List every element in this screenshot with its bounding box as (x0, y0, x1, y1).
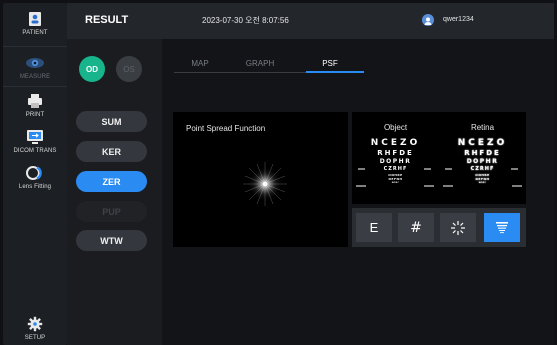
sidebar-item-print[interactable]: PRINT (3, 92, 67, 118)
sidebar-item-label: Lens Fitting (18, 184, 52, 190)
psf-panel: Point Spread Function (173, 112, 348, 247)
vision-simulation-panel: Object NCEZO RHFDE DOPHR CZRHF ONHRE DEF… (352, 112, 526, 204)
chart-view-button[interactable] (484, 213, 520, 242)
divider (3, 86, 67, 87)
spoke-pattern-icon (451, 220, 465, 235)
sidebar: PATIENT MEASURE PRINT DICOM TRANS Lens F… (3, 3, 67, 345)
wtw-button[interactable]: WTW (76, 230, 147, 251)
user-avatar-icon[interactable] (422, 14, 434, 26)
gear-icon (24, 315, 46, 333)
sidebar-item-setup[interactable]: SETUP (3, 315, 67, 341)
username: qwer1234 (443, 16, 474, 23)
sidebar-item-label: MEASURE (19, 74, 51, 80)
tab-map[interactable]: MAP (175, 59, 225, 68)
zer-button[interactable]: ZER (76, 171, 147, 192)
eye-icon (24, 54, 46, 72)
sidebar-item-patient[interactable]: PATIENT (3, 10, 67, 36)
letter-e-view-button[interactable]: E (356, 213, 392, 242)
sidebar-item-label: DICOM TRANS (13, 148, 57, 154)
header-bar: RESULT 2023-07-30 오전 8:07:56 qwer1234 (67, 3, 554, 39)
od-button[interactable]: OD (79, 56, 105, 82)
view-selector: E # (352, 208, 526, 247)
sidebar-item-lens-fitting[interactable]: Lens Fitting (3, 164, 67, 190)
os-button[interactable]: OS (116, 56, 142, 82)
grid-view-button[interactable]: # (398, 213, 434, 242)
letter-e-icon: E (369, 220, 379, 235)
tab-psf-indicator (306, 71, 364, 73)
sidebar-item-dicom-trans[interactable]: DICOM TRANS (3, 128, 67, 154)
chart-side-marks (356, 168, 522, 187)
control-panel: OD OS SUM KER ZER PUP WTW (67, 39, 162, 345)
page-title: RESULT (85, 14, 129, 26)
sidebar-item-measure[interactable]: MEASURE (3, 54, 67, 80)
printer-icon (24, 92, 46, 110)
eye-chart-icon (496, 221, 508, 233)
pup-button: PUP (76, 201, 147, 222)
tab-graph[interactable]: GRAPH (235, 59, 285, 68)
spoke-view-button[interactable] (440, 213, 476, 242)
lens-icon (24, 164, 46, 182)
tab-psf[interactable]: PSF (305, 59, 355, 68)
sidebar-item-label: PATIENT (22, 30, 48, 36)
sidebar-item-label: SETUP (24, 335, 46, 341)
main-content: MAP GRAPH PSF Point Spread Function Obje… (162, 39, 554, 345)
patient-card-icon (24, 10, 46, 28)
sum-button[interactable]: SUM (76, 111, 147, 132)
monitor-transfer-icon (24, 128, 46, 146)
grid-icon: # (410, 219, 422, 236)
datetime: 2023-07-30 오전 8:07:56 (202, 16, 289, 25)
divider (3, 46, 67, 47)
sidebar-item-label: PRINT (25, 112, 45, 118)
ker-button[interactable]: KER (76, 141, 147, 162)
psf-image (243, 162, 287, 206)
